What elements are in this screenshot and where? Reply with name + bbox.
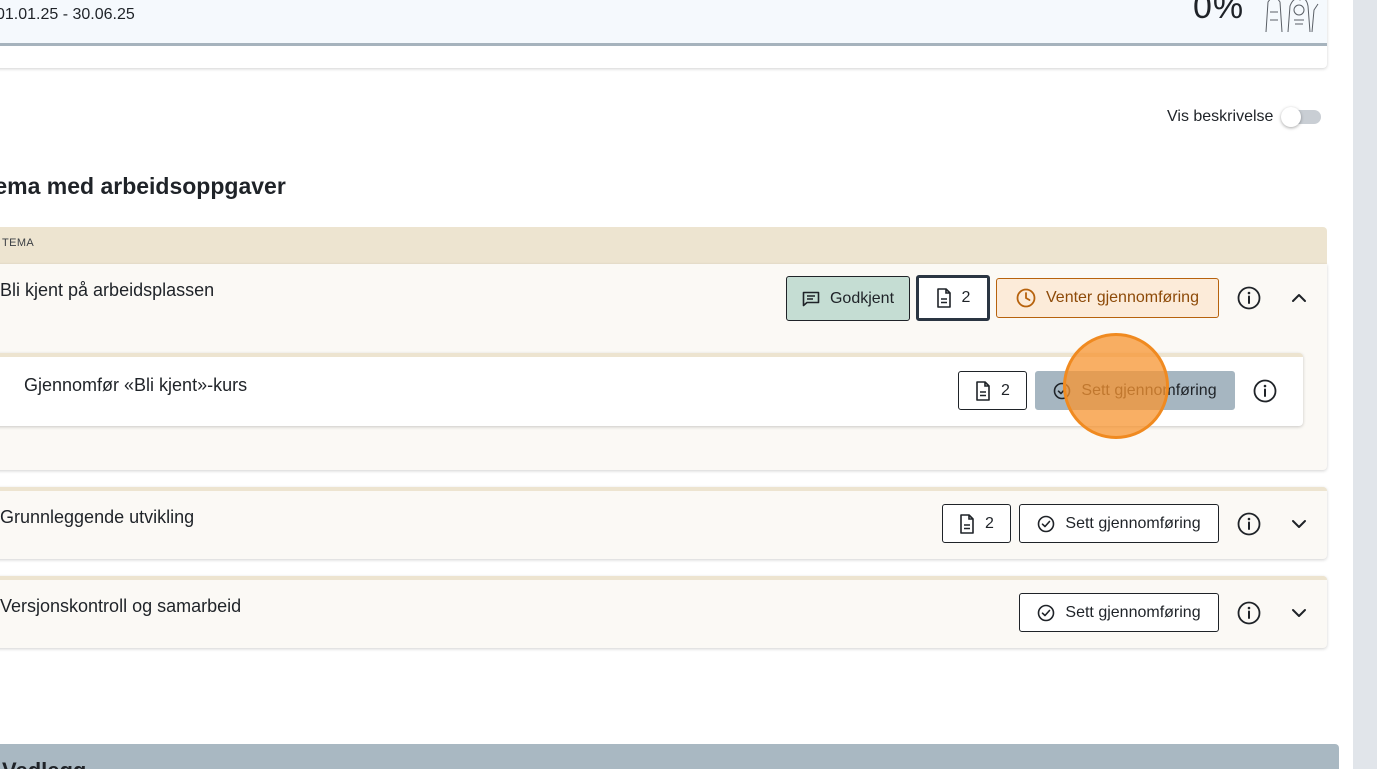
tema-2-expand-button[interactable] <box>1286 511 1312 537</box>
attachments-section-header: Vedlegg <box>0 744 1339 769</box>
period-card: 01.01.25 - 30.06.25 0% <box>0 0 1327 68</box>
document-icon <box>960 513 974 534</box>
clock-icon <box>1016 288 1036 308</box>
tema-3-set-completion-label: Sett gjennomføring <box>1065 603 1201 621</box>
toggle-knob <box>1281 107 1302 127</box>
check-circle-icon <box>1038 604 1055 621</box>
tema-2-info-button[interactable] <box>1236 511 1262 537</box>
info-icon <box>1253 379 1277 403</box>
show-description-toggle[interactable] <box>1281 107 1322 127</box>
document-icon <box>936 288 951 308</box>
check-circle-icon <box>1038 515 1055 532</box>
info-icon <box>1237 512 1261 536</box>
chevron-down-icon <box>1292 520 1306 528</box>
progress-percent: 0% <box>1193 0 1245 26</box>
approval-status-button[interactable]: Godkjent <box>786 276 910 321</box>
waiting-status-label: Venter gjennomføring <box>1046 289 1199 306</box>
tema-2-documents-count: 2 <box>985 514 994 532</box>
comment-icon <box>802 291 820 306</box>
documents-button[interactable]: 2 <box>916 275 990 321</box>
period-card-body: 01.01.25 - 30.06.25 0% <box>0 0 1327 46</box>
tema-row-3: Versjonskontroll og samarbeid Sett gjenn… <box>0 576 1327 648</box>
info-icon <box>1237 601 1261 625</box>
task-documents-count: 2 <box>1001 381 1010 399</box>
period-date-range: 01.01.25 - 30.06.25 <box>0 6 135 23</box>
show-description-label: Vis beskrivelse <box>1167 108 1274 125</box>
tema-row-2: Grunnleggende utvikling 2 Sett gjennomfø… <box>0 487 1327 559</box>
tema-3-set-completion-button[interactable]: Sett gjennomføring <box>1019 593 1219 632</box>
info-button[interactable] <box>1236 285 1262 311</box>
tema-table-header: TEMA <box>0 227 1327 264</box>
info-icon <box>1237 286 1261 310</box>
tema-title-2: Grunnleggende utvikling <box>0 507 195 527</box>
tema-column-header: TEMA <box>2 237 35 249</box>
documents-count: 2 <box>961 289 971 306</box>
avatar-illustration-icon <box>1265 0 1319 32</box>
document-icon <box>976 380 990 401</box>
tema-2-set-completion-label: Sett gjennomføring <box>1065 514 1201 532</box>
collapse-button[interactable] <box>1286 285 1312 311</box>
task-title: Gjennomfør «Bli kjent»-kurs <box>24 375 248 395</box>
tema-title-1: Bli kjent på arbeidsplassen <box>0 280 215 300</box>
tema-3-expand-button[interactable] <box>1286 600 1312 626</box>
attachments-section-title: Vedlegg <box>2 758 86 769</box>
task-info-button[interactable] <box>1252 378 1278 404</box>
task-documents-button[interactable]: 2 <box>958 371 1027 410</box>
tema-title-3: Versjonskontroll og samarbeid <box>0 596 242 616</box>
tema-3-info-button[interactable] <box>1236 600 1262 626</box>
chevron-down-icon <box>1292 609 1306 617</box>
waiting-status-button[interactable]: Venter gjennomføring <box>996 278 1219 318</box>
approval-status-label: Godkjent <box>829 289 895 307</box>
click-indicator <box>1063 333 1169 439</box>
scrollbar-track[interactable] <box>1353 0 1377 769</box>
chevron-up-icon <box>1292 294 1306 302</box>
section-heading: Tema med arbeidsoppgaver <box>0 173 286 199</box>
show-description-toggle-row: Vis beskrivelse <box>1167 107 1322 127</box>
tema-2-set-completion-button[interactable]: Sett gjennomføring <box>1019 504 1219 543</box>
tema-2-documents-button[interactable]: 2 <box>942 504 1011 543</box>
